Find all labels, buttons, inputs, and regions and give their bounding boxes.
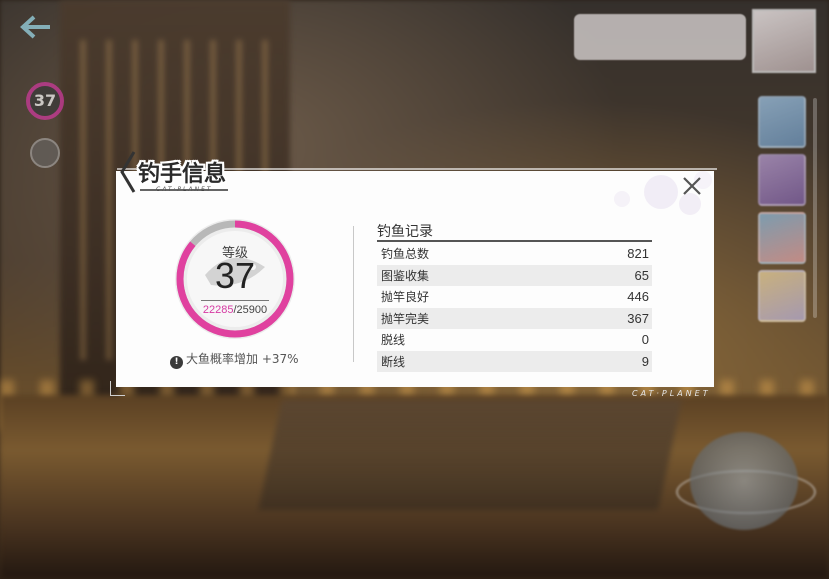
record-value: 65 (634, 267, 649, 283)
records-list: 钓鱼总数 821 图鉴收集 65 抛竿良好 446 抛竿完美 367 脱线 0 … (377, 243, 652, 372)
record-label: 图鉴收集 (381, 268, 430, 283)
hud-cat-avatar[interactable] (30, 138, 60, 168)
close-icon (683, 177, 701, 195)
back-arrow-icon[interactable] (20, 14, 60, 44)
big-fish-bonus: ! 大鱼概率增加 +37% (170, 350, 305, 369)
exclamation-icon: ! (170, 356, 183, 369)
fishing-cast-button[interactable] (690, 432, 798, 530)
hud-item-slot-bag[interactable] (758, 270, 806, 322)
level-value: 37 (214, 255, 256, 296)
record-label: 抛竿良好 (381, 290, 430, 305)
hud-character-portrait[interactable] (752, 9, 816, 73)
close-button[interactable] (678, 172, 706, 200)
dialog-corner-mark (110, 381, 125, 396)
wooden-deck (258, 400, 682, 510)
level-xp: 22285/25900 (171, 304, 299, 316)
level-separator (201, 300, 269, 301)
record-row: 脱线 0 (377, 329, 652, 351)
record-value: 446 (627, 289, 649, 305)
dialog-title: 钓手信息 (138, 162, 227, 187)
brand-label: CAT·PLANET (632, 389, 711, 398)
record-value: 367 (627, 310, 649, 326)
record-label: 断线 (381, 354, 406, 369)
record-label: 抛竿完美 (381, 311, 430, 326)
hud-item-slot-bait[interactable] (758, 154, 806, 206)
bonus-text: 大鱼概率增加 +37% (186, 352, 299, 366)
hud-item-slot-pet[interactable] (758, 212, 806, 264)
records-title-rule (377, 240, 652, 242)
record-row: 钓鱼总数 821 (377, 243, 652, 265)
hud-item-slot-rod[interactable] (758, 96, 806, 148)
record-value: 821 (627, 246, 649, 262)
record-label: 钓鱼总数 (381, 247, 430, 262)
xp-total: 25900 (236, 304, 268, 316)
record-label: 脱线 (381, 333, 406, 348)
xp-current: 22285 (202, 304, 234, 316)
record-value: 0 (641, 332, 649, 348)
section-divider (353, 226, 354, 362)
fishing-records: 钓鱼记录 钓鱼总数 821 图鉴收集 65 抛竿良好 446 抛竿完美 367 … (377, 221, 652, 372)
hud-chat-bubble (574, 14, 746, 60)
records-title: 钓鱼记录 (377, 224, 433, 240)
dialog-title-badge: 钓手信息 CAT·PLANET (118, 146, 238, 202)
record-row: 断线 9 (377, 350, 652, 372)
hud-scrollbar[interactable] (813, 98, 817, 318)
record-row: 抛竿完美 367 (377, 307, 652, 329)
record-row: 抛竿良好 446 (377, 286, 652, 308)
dialog-title-brand: CAT·PLANET (156, 186, 213, 193)
record-value: 9 (641, 353, 649, 369)
level-progress-circle: 等级 37 22285/25900 (171, 215, 299, 343)
record-row: 图鉴收集 65 (377, 264, 652, 286)
hud-level-badge[interactable]: 37 (26, 82, 64, 120)
